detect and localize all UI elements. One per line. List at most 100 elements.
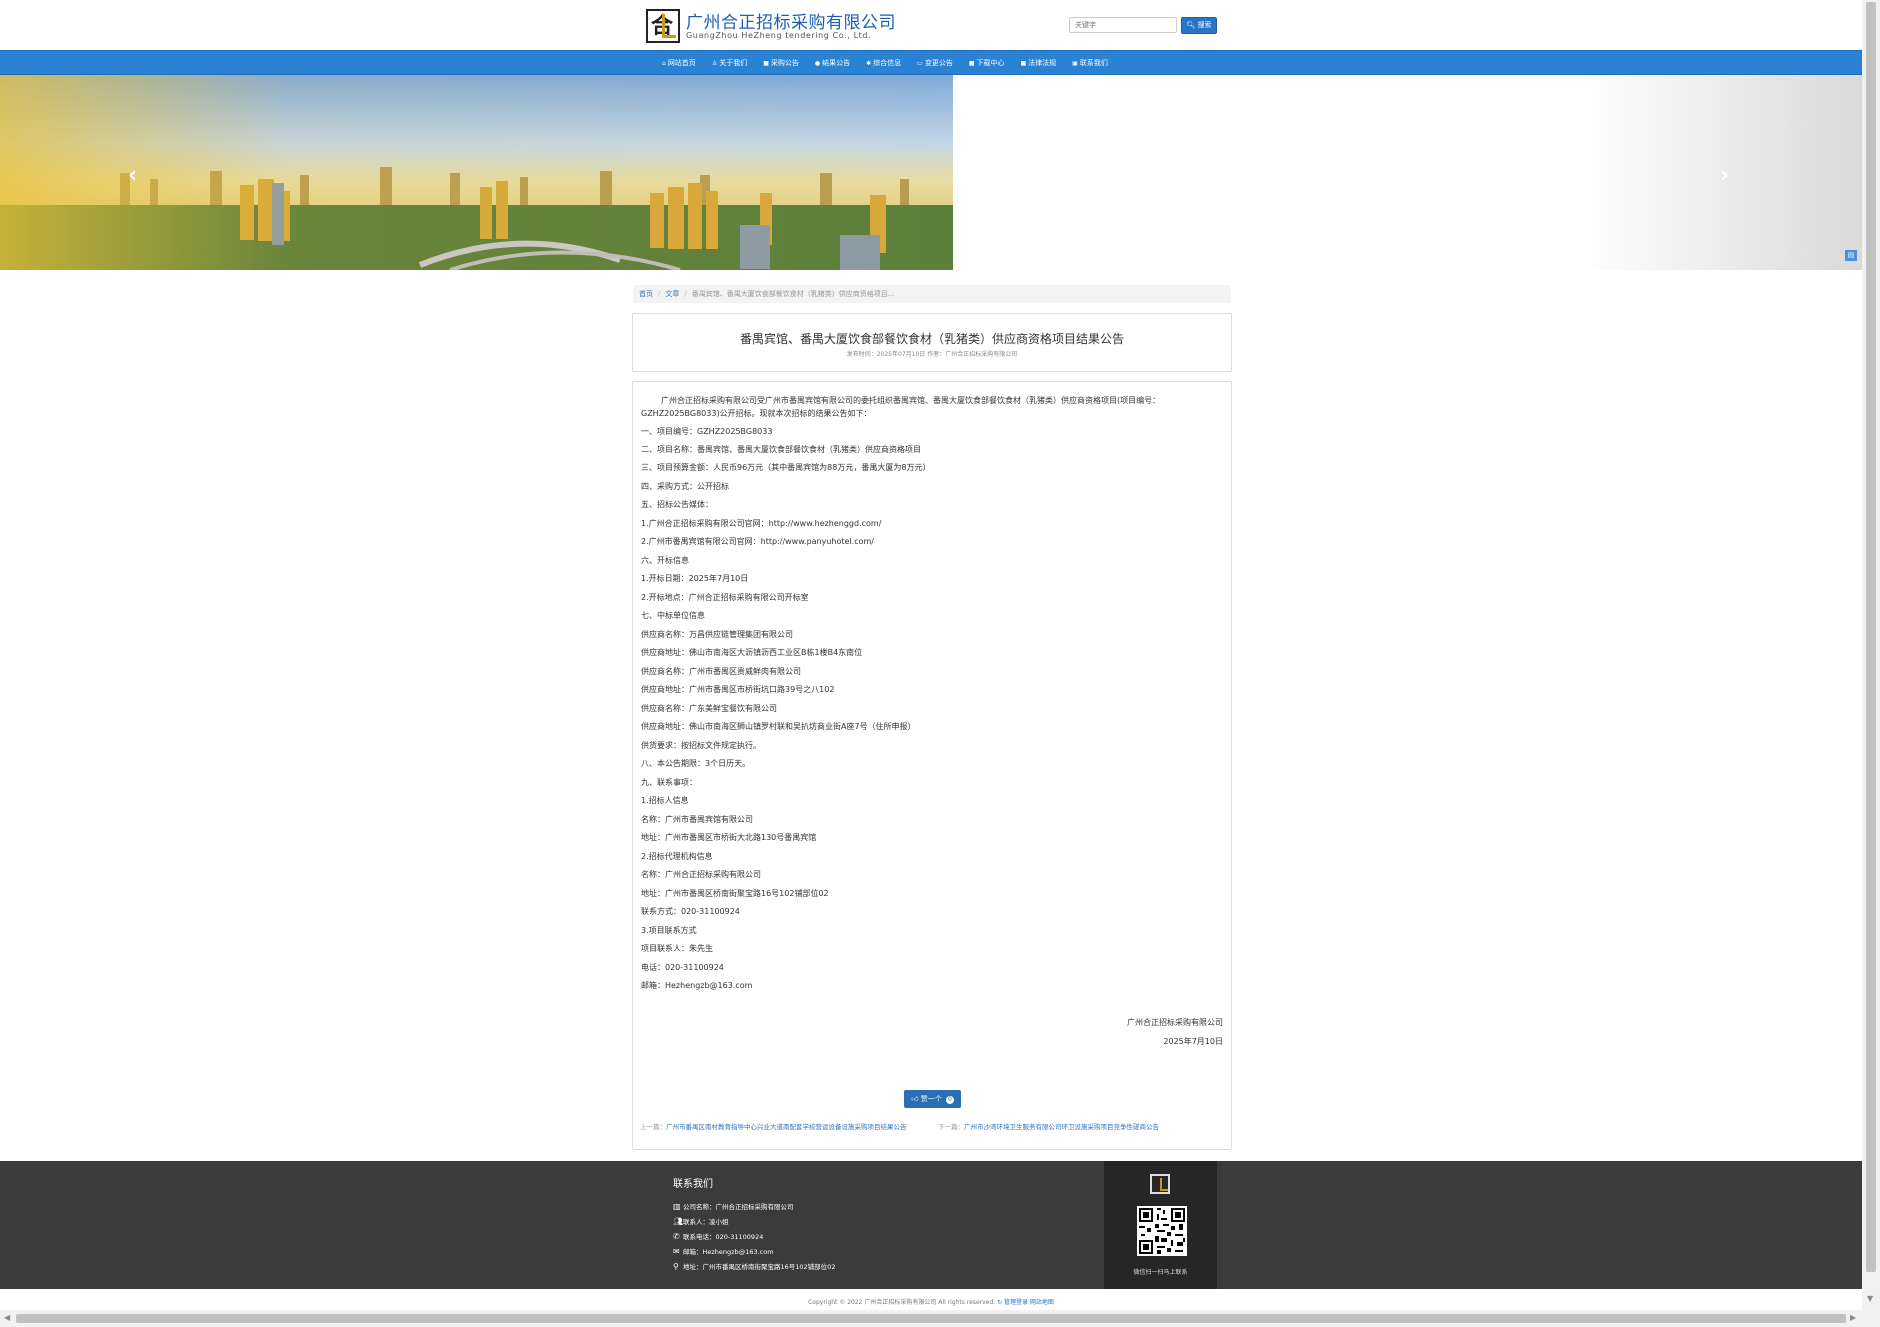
scroll-right-icon[interactable]: ▶ [1850, 1313, 1856, 1322]
search-input[interactable] [1069, 17, 1177, 33]
site-footer: 联系我们 ▥ 公司名称：广州合正招标采购有限公司 👥︎联系人：凌小姐 ✆ 联系电话：… [0, 1161, 1862, 1289]
admin-login-link[interactable]: 管理登录 [1004, 1299, 1028, 1306]
vertical-scrollbar-thumb[interactable] [1866, 2, 1876, 1272]
horizontal-scrollbar-thumb[interactable] [16, 1314, 1846, 1323]
article-line: 供应商地址：佛山市南海区大沥镇沥西工业区B栋1楼B4东南位 [641, 648, 863, 657]
site-header: 合 广州合正招标采购有限公司 GuangZhou HeZheng tenderi… [0, 0, 1862, 50]
article-line: 2.招标代理机构信息 [641, 852, 713, 861]
article-line: 供应商名称：万昌供应链管理集团有限公司 [641, 630, 793, 639]
article-line: 六、开标信息 [641, 556, 689, 565]
nav-item-general[interactable]: ✱ 综合信息 [866, 51, 901, 76]
footer-company-text: 公司名称：广州合正招标采购有限公司 [683, 1203, 794, 1211]
chevron-right-icon[interactable]: › [1720, 163, 1729, 188]
qr-caption: 微信扫一扫马上联系 [1133, 1269, 1188, 1276]
article-line: 一、项目编号：GZHZ2025BG8033 [641, 427, 773, 436]
article-content-panel: 广州合正招标采购有限公司受广州市番禺宾馆有限公司的委托组织番禺宾馆、番禺大厦饮食… [632, 381, 1232, 1150]
prev-label: 上一篇： [640, 1123, 666, 1131]
search-button[interactable]: 🔍︎ 搜索 [1181, 17, 1217, 34]
book-icon: ■ [1020, 60, 1027, 67]
nav-item-changes[interactable]: ▭ 变更公告 [917, 51, 953, 76]
article-line: 三、项目预算金额：人民币96万元（其中番禺宾馆为88万元，番禺大厦为8万元） [641, 463, 931, 472]
footer-company: ▥ 公司名称：广州合正招标采购有限公司 [673, 1201, 794, 1211]
article-line: 供货要求：按招标文件规定执行。 [641, 741, 761, 750]
main-nav: ⌂ 网站首页 ♙ 关于我们 ■ 采购公告 ● 结果公告 ✱ 综合信息 ▭ 变更公告 ■ 下载中… [0, 50, 1862, 75]
page-title: 番禺宾馆、番禺大厦饮食部餐饮食材（乳猪类）供应商资格项目结果公告 [739, 332, 1124, 346]
gear-icon: ✱ [866, 60, 872, 67]
article-line: 电话：020-31100924 [641, 963, 724, 972]
nav-item-label: 网站首页 [667, 59, 696, 67]
article-line: 2.开标地点：广州合正招标采购有限公司开标室 [641, 593, 809, 602]
article-line: 2.广州市番禺宾馆有限公司官网：http://www.panyuhotel.co… [641, 537, 875, 546]
nav-item-downloads[interactable]: ■ 下载中心 [969, 51, 1005, 76]
prev-article: 上一篇：广州市番禺区南村教育指导中心兴业大道南配套学校营运设备设施采购项目结果公… [640, 1123, 920, 1132]
article-meta: 发布时间：2025年07月10日 作者：广州合正招标采购有限公司 [846, 351, 1018, 358]
refresh-icon: ↻ [996, 1299, 1003, 1306]
nav-item-label: 综合信息 [873, 59, 902, 67]
article-line: 供应商名称：广州市番禺区贵威鲜肉有限公司 [641, 667, 801, 676]
breadcrumb-section[interactable]: 文章 [665, 290, 679, 298]
article-line: 名称：广州合正招标采购有限公司 [641, 870, 761, 879]
qr-code-image [1137, 1206, 1187, 1256]
footer-title: 联系我们 [673, 1179, 713, 1190]
article-line: 1.开标日期：2025年7月10日 [641, 574, 749, 583]
article-line: 邮箱：Hezhengzb@163.com [641, 981, 753, 990]
banner-carousel: ‹ › ▤ [0, 75, 1862, 270]
like-button[interactable]: 👍︎ 赞一个 0 [904, 1090, 961, 1108]
nav-item-label: 下载中心 [976, 59, 1005, 67]
nav-item-contact[interactable]: ▣ 联系我们 [1072, 51, 1108, 76]
next-article-link[interactable]: 广州市沙湾环境卫生服务有限公司环卫设施采购项目竞争性磋商公告 [964, 1123, 1159, 1131]
nav-item-about[interactable]: ♙ 关于我们 [712, 51, 747, 76]
users-icon: 👥︎ [673, 1217, 684, 1226]
next-article: 下一篇：广州市沙湾环境卫生服务有限公司环卫设施采购项目竞争性磋商公告 [938, 1123, 1188, 1132]
list-icon: ■ [763, 60, 769, 67]
article-intro: 广州合正招标采购有限公司受广州市番禺宾馆有限公司的委托组织番禺宾馆、番禺大厦饮食… [641, 396, 1161, 418]
signature-company: 广州合正招标采购有限公司 [1127, 1018, 1223, 1027]
widget-icon[interactable]: ▤ [1845, 250, 1857, 261]
nav-item-procurement[interactable]: ■ 采购公告 [763, 51, 799, 76]
building-icon: ▥ [673, 1202, 681, 1211]
scroll-down-icon[interactable]: ▼ [1867, 1294, 1873, 1303]
download-icon: ■ [968, 60, 975, 67]
nav-item-label: 关于我们 [719, 59, 748, 67]
home-icon: ⌂ [662, 60, 666, 67]
breadcrumb: 首页 / 文章 / 番禺宾馆、番禺大厦饮食部餐饮食材（乳猪类）供应商资格项目... [633, 285, 1231, 303]
nav-item-label: 结果公告 [822, 59, 851, 67]
article-line: 八、本公告期限：3个日历天。 [641, 759, 751, 768]
horizontal-scrollbar[interactable]: ◀ ▶ [0, 1310, 1880, 1327]
thumbs-up-icon: 👍︎ [911, 1095, 919, 1103]
article-line: 供应商地址：广州市番禺区市桥街坑口路39号之八102 [641, 685, 835, 694]
article-line: 五、招标公告媒体： [641, 500, 713, 509]
copyright: Copyright © 2022 广州合正招标采购有限公司 All rights… [0, 1297, 1862, 1306]
breadcrumb-home[interactable]: 首页 [639, 290, 653, 298]
page: 合 广州合正招标采购有限公司 GuangZhou HeZheng tenderi… [0, 0, 1862, 1310]
footer-logo [1150, 1174, 1170, 1194]
article-line: 四、采购方式：公开招标 [641, 482, 729, 491]
folder-icon: ▭ [917, 60, 923, 67]
nav-item-home[interactable]: ⌂ 网站首页 [662, 51, 696, 76]
article-line: 名称：广州市番禺宾馆有限公司 [641, 815, 753, 824]
nav-item-results[interactable]: ● 结果公告 [815, 51, 850, 76]
sitemap-link[interactable]: 网站地图 [1030, 1299, 1054, 1306]
prev-article-link[interactable]: 广州市番禺区南村教育指导中心兴业大道南配套学校营运设备设施采购项目结果公告 [666, 1123, 907, 1131]
article-title-panel: 番禺宾馆、番禺大厦饮食部餐饮食材（乳猪类）供应商资格项目结果公告 发布时间：20… [632, 313, 1232, 372]
nav-item-label: 采购公告 [770, 59, 799, 67]
footer-phone: ✆ 联系电话：020-31100924 [673, 1231, 763, 1241]
article-line: 九、联系事项： [641, 778, 697, 787]
nav-item-label: 变更公告 [924, 59, 953, 67]
like-label: 赞一个 [920, 1095, 942, 1103]
footer-email: ✉ 邮箱：Hezhengzb@163.com [673, 1246, 774, 1256]
banner-cityscape-image [0, 75, 953, 270]
article-line: 1.招标人信息 [641, 796, 689, 805]
article-line: 1.广州合正招标采购有限公司官网：http://www.hezhenggd.co… [641, 519, 882, 528]
footer-address: ⚲ 地址：广州市番禺区桥南街聚宝路16号102铺部位02 [673, 1261, 835, 1271]
nav-item-laws[interactable]: ■ 法律法规 [1021, 51, 1057, 76]
footer-contact-text: 联系人：凌小姐 [683, 1218, 729, 1226]
article-line: 二、项目名称：番禺宾馆、番禺大厦饮食部餐饮食材（乳猪类）供应商资格项目 [641, 445, 921, 454]
company-logo[interactable]: 合 [646, 9, 680, 43]
article-line: 供应商名称：广东美鲜宝餐饮有限公司 [641, 704, 777, 713]
footer-contact: 👥︎联系人：凌小姐 [673, 1216, 729, 1226]
chevron-left-icon[interactable]: ‹ [128, 163, 137, 188]
scroll-left-icon[interactable]: ◀ [4, 1313, 10, 1322]
nav-item-label: 联系我们 [1079, 59, 1108, 67]
vertical-scrollbar[interactable]: ▼ [1862, 0, 1880, 1310]
